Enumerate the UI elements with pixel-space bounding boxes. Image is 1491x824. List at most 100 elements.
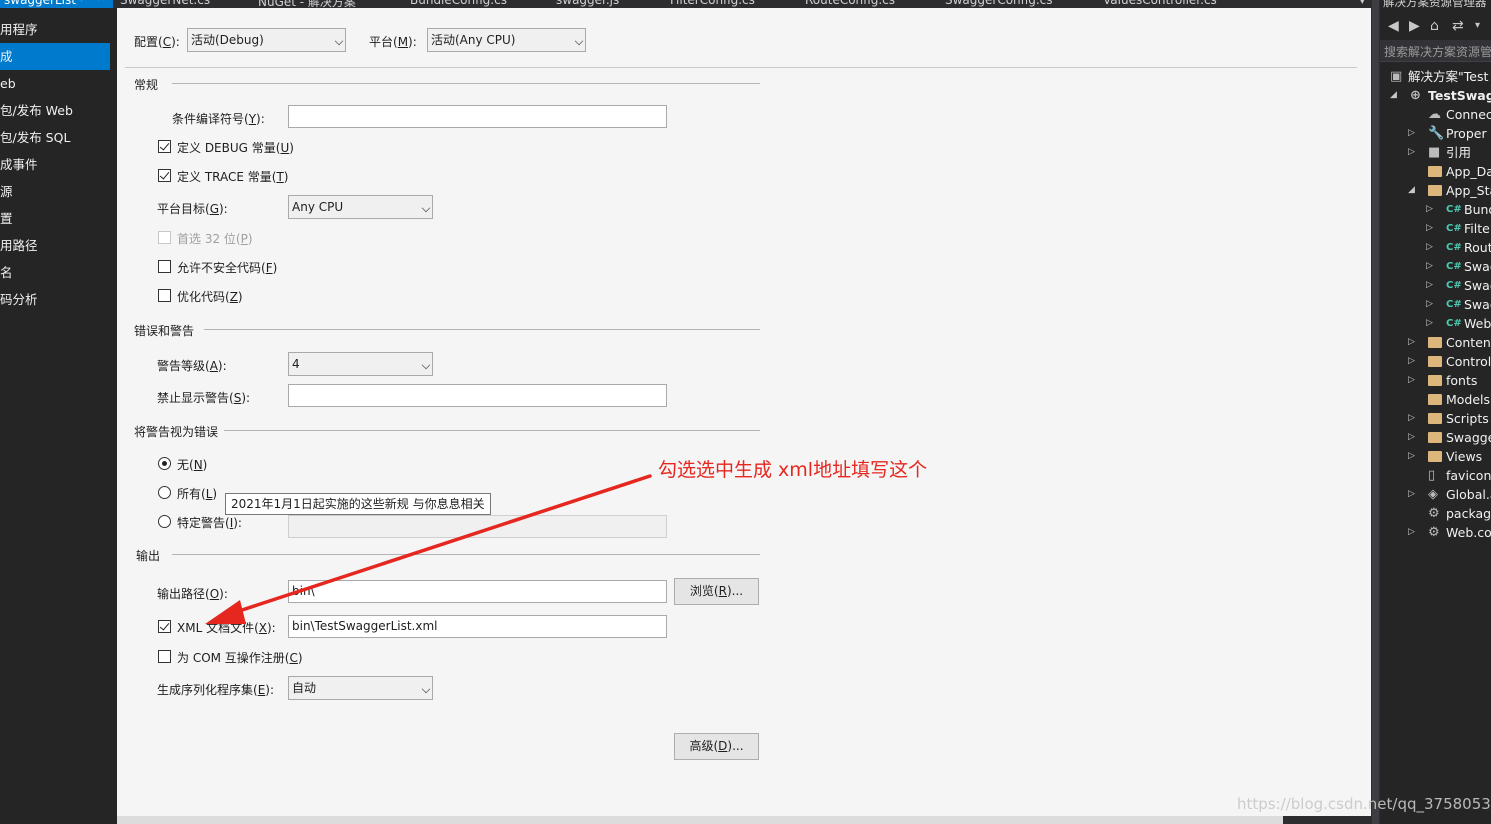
- tree-item[interactable]: ▷ ⚙ Web.co: [1380, 523, 1491, 542]
- solution-search-input[interactable]: 搜索解决方案资源管: [1380, 40, 1491, 62]
- expanded-arrow-icon[interactable]: ◢: [1408, 181, 1415, 200]
- nav-item-settings[interactable]: 置: [0, 205, 117, 232]
- collapsed-arrow-icon[interactable]: ▷: [1408, 409, 1415, 428]
- vs-window: swaggerList 📌 ✕ SwaggerNet.cs NuGet - 解决…: [0, 0, 1491, 824]
- tree-item[interactable]: ▷ C# Web: [1380, 314, 1491, 333]
- tree-item[interactable]: ▷ Swagge: [1380, 428, 1491, 447]
- nav-item-web[interactable]: eb: [0, 70, 117, 97]
- configuration-dropdown[interactable]: 活动(Debug): [187, 28, 346, 52]
- horizontal-scrollbar[interactable]: [117, 816, 1283, 824]
- tree-item[interactable]: ▷ Control: [1380, 352, 1491, 371]
- tree-item[interactable]: ▷ C#Swag: [1380, 257, 1491, 276]
- tree-item[interactable]: ▷ C#Swag: [1380, 276, 1491, 295]
- platform-dropdown[interactable]: 活动(Any CPU): [427, 28, 586, 52]
- tree-item[interactable]: ▷ Views: [1380, 447, 1491, 466]
- collapsed-arrow-icon[interactable]: ▷: [1408, 352, 1415, 371]
- tree-item[interactable]: ▷ Scripts: [1380, 409, 1491, 428]
- nav-item-build[interactable]: 成: [0, 43, 110, 70]
- panel-splitter[interactable]: [1371, 0, 1380, 824]
- tree-item[interactable]: ▷ 🔧 Proper: [1380, 124, 1491, 143]
- output-path-input[interactable]: bin\: [288, 580, 667, 603]
- tree-item[interactable]: ▯ favicon.: [1380, 466, 1491, 485]
- warning-level-dropdown[interactable]: 4: [288, 352, 433, 376]
- pin-icon[interactable]: 📌: [80, 0, 90, 2]
- tree-item[interactable]: App_Da: [1380, 162, 1491, 181]
- nav-item-application[interactable]: 用程序: [0, 16, 117, 43]
- nav-item-build-events[interactable]: 成事件: [0, 151, 117, 178]
- allow-unsafe-checkbox[interactable]: [158, 260, 171, 273]
- tab-swagger-js[interactable]: swagger.js: [556, 0, 619, 8]
- forward-icon[interactable]: ▶: [1409, 18, 1420, 34]
- tab-swaggerlist[interactable]: swaggerList 📌 ✕: [0, 0, 113, 8]
- tree-item[interactable]: ▣ 解决方案"Test: [1380, 67, 1491, 86]
- define-trace-checkbox[interactable]: [158, 169, 171, 182]
- sync-icon[interactable]: ⇄: [1452, 18, 1464, 34]
- tree-item[interactable]: ◢ App_Sta: [1380, 181, 1491, 200]
- tab-swaggernet[interactable]: SwaggerNet.cs: [120, 0, 210, 8]
- tab-bundleconfig[interactable]: BundleConfig.cs: [410, 0, 507, 8]
- collapsed-arrow-icon[interactable]: ▷: [1408, 485, 1415, 504]
- home-icon[interactable]: ⌂: [1430, 18, 1439, 34]
- tree-item[interactable]: ▷ C#Swag: [1380, 295, 1491, 314]
- advanced-button[interactable]: 高级(D)...: [674, 733, 759, 760]
- collapsed-arrow-icon[interactable]: ▷: [1408, 143, 1415, 162]
- specific-warnings-input[interactable]: [288, 515, 667, 538]
- tree-item[interactable]: ◢ ⊕ TestSwagg: [1380, 86, 1491, 105]
- tree-item[interactable]: ▷ C#Filter: [1380, 219, 1491, 238]
- prefer-32bit-checkbox[interactable]: [158, 231, 171, 244]
- collapsed-arrow-icon[interactable]: ▷: [1426, 295, 1433, 314]
- treat-all-radio[interactable]: [158, 486, 171, 499]
- tab-overflow-dropdown-icon[interactable]: ▾: [1360, 0, 1365, 8]
- nav-item-package-web[interactable]: 包/发布 Web: [0, 97, 117, 124]
- collapsed-arrow-icon[interactable]: ▷: [1426, 238, 1433, 257]
- platform-target-dropdown[interactable]: Any CPU: [288, 195, 433, 219]
- com-interop-checkbox[interactable]: [158, 650, 171, 663]
- expanded-arrow-icon[interactable]: ◢: [1390, 86, 1397, 105]
- nav-item-reference-paths[interactable]: 用路径: [0, 232, 117, 259]
- nav-item-resources[interactable]: 源: [0, 178, 117, 205]
- tree-item[interactable]: ☁ Connec: [1380, 105, 1491, 124]
- tree-item[interactable]: Models: [1380, 390, 1491, 409]
- browse-button[interactable]: 浏览(R)...: [674, 578, 759, 605]
- close-icon[interactable]: ✕: [97, 0, 105, 4]
- xml-doc-checkbox[interactable]: [158, 620, 171, 633]
- tab-routeconfig[interactable]: RouteConfig.cs: [805, 0, 895, 8]
- tree-item[interactable]: ▷ fonts: [1380, 371, 1491, 390]
- nav-item-code-analysis[interactable]: 码分析: [0, 286, 117, 313]
- collapsed-arrow-icon[interactable]: ▷: [1426, 314, 1433, 333]
- back-icon[interactable]: ◀: [1388, 18, 1399, 34]
- tab-valuescontroller[interactable]: ValuesController.cs: [1103, 0, 1217, 8]
- collapsed-arrow-icon[interactable]: ▷: [1426, 219, 1433, 238]
- collapsed-arrow-icon[interactable]: ▷: [1408, 428, 1415, 447]
- treat-specific-radio[interactable]: [158, 515, 171, 528]
- tab-swaggerconfig[interactable]: SwaggerConfig.cs: [945, 0, 1053, 8]
- optimize-code-checkbox[interactable]: [158, 289, 171, 302]
- treat-none-radio[interactable]: [158, 457, 171, 470]
- collapsed-arrow-icon[interactable]: ▷: [1408, 371, 1415, 390]
- tree-item[interactable]: ⚙ packag: [1380, 504, 1491, 523]
- tab-filterconfig[interactable]: FilterConfig.cs: [670, 0, 755, 8]
- collapsed-arrow-icon[interactable]: ▷: [1426, 276, 1433, 295]
- collapsed-arrow-icon[interactable]: ▷: [1408, 124, 1415, 143]
- tree-item[interactable]: ▷ C#Bund: [1380, 200, 1491, 219]
- xml-doc-path-input[interactable]: bin\TestSwaggerList.xml: [288, 615, 667, 638]
- tree-item[interactable]: ▷ ◈ Global.a: [1380, 485, 1491, 504]
- suppress-warnings-input[interactable]: [288, 384, 667, 407]
- chevron-down-icon[interactable]: ▾: [1475, 18, 1480, 34]
- collapsed-arrow-icon[interactable]: ▷: [1408, 447, 1415, 466]
- nav-item-package-sql[interactable]: 包/发布 SQL: [0, 124, 117, 151]
- collapsed-arrow-icon[interactable]: ▷: [1408, 333, 1415, 352]
- tab-nuget[interactable]: NuGet - 解决方案: [258, 0, 356, 8]
- tree-item[interactable]: ▷ ■ 引用: [1380, 143, 1491, 162]
- collapsed-arrow-icon[interactable]: ▷: [1408, 523, 1415, 542]
- collapsed-arrow-icon[interactable]: ▷: [1426, 200, 1433, 219]
- define-debug-checkbox[interactable]: [158, 140, 171, 153]
- serialization-dropdown[interactable]: 自动: [288, 676, 433, 700]
- nav-item-signing[interactable]: 名: [0, 259, 117, 286]
- collapsed-arrow-icon[interactable]: ▷: [1426, 257, 1433, 276]
- tree-item[interactable]: ▷ Content: [1380, 333, 1491, 352]
- tree-item-label: Connec: [1446, 107, 1491, 122]
- vertical-scrollbar[interactable]: [1372, 0, 1379, 824]
- conditional-symbols-input[interactable]: [288, 105, 667, 128]
- tree-item[interactable]: ▷ C# Rout: [1380, 238, 1491, 257]
